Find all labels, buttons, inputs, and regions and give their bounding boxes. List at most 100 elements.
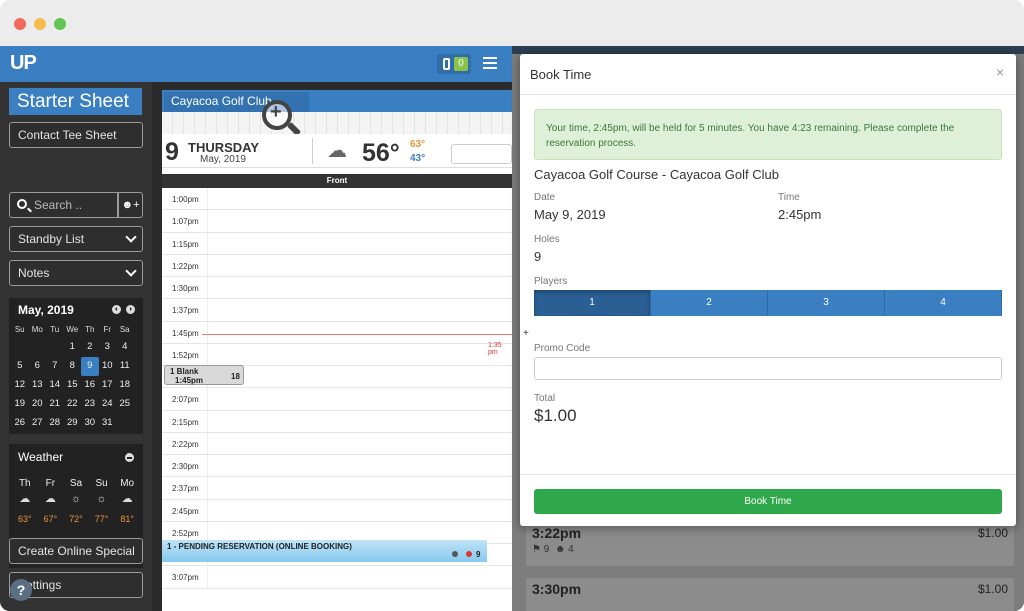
slot-time: 1:07pm — [172, 217, 199, 227]
calendar-grid: Su Mo Tu We Th Fr Sa 1 2 3 4 5 6 7 8 9 10 11 12 13 14 15 16 17 1… — [11, 324, 143, 433]
close-window-button[interactable] — [14, 18, 26, 30]
search-input[interactable]: Search .. — [9, 192, 118, 218]
slot-lane[interactable] — [207, 477, 512, 499]
mobile-view-button[interactable]: 0 — [437, 54, 471, 74]
calendar-day[interactable]: 12 — [11, 376, 29, 395]
tee-time-slot[interactable]: 2:22pm — [162, 432, 512, 455]
calendar-day[interactable]: 14 — [46, 376, 64, 395]
date-picker-box[interactable] — [451, 144, 512, 164]
tee-time-slot[interactable]: 1:37pm — [162, 299, 512, 322]
slot-lane[interactable] — [207, 566, 512, 588]
calendar-day[interactable]: 24 — [99, 395, 117, 414]
create-online-special-button[interactable]: Create Online Special — [9, 538, 143, 564]
tee-time-slot[interactable]: 1:30pm — [162, 277, 512, 300]
calendar-day[interactable]: 30 — [81, 414, 99, 433]
slot-lane[interactable] — [207, 188, 512, 210]
blank-booking-time: 1:45pm — [175, 376, 204, 385]
calendar-next-icon[interactable] — [126, 305, 135, 314]
tee-time-slot[interactable]: 1:52pm — [162, 343, 512, 366]
tee-time-slot[interactable]: 1:07pm — [162, 210, 512, 233]
divider — [520, 94, 1016, 95]
calendar-day[interactable]: 16 — [81, 376, 99, 395]
calendar-day[interactable]: 13 — [29, 376, 47, 395]
contact-tee-sheet-button[interactable]: Contact Tee Sheet — [9, 122, 143, 148]
available-time-row[interactable]: 3:22pm $1.00 ⚑ 9 ☻ 4 — [526, 522, 1014, 566]
close-icon[interactable]: × — [996, 64, 1004, 80]
calendar-day[interactable]: 28 — [46, 414, 64, 433]
weather-high: 67° — [43, 514, 58, 524]
tee-time-slot[interactable]: 2:30pm — [162, 455, 512, 478]
slot-lane[interactable] — [207, 254, 512, 276]
players-option-2[interactable]: 2 — [651, 290, 768, 316]
help-icon[interactable]: ? — [10, 579, 32, 601]
players-option-3[interactable]: 3 — [768, 290, 885, 316]
starter-sheet-button[interactable]: Starter Sheet — [9, 88, 142, 115]
calendar-day[interactable]: 19 — [11, 395, 29, 414]
tee-time-slot[interactable]: 1:22pm — [162, 254, 512, 277]
slot-lane[interactable] — [207, 410, 512, 432]
slot-lane[interactable] — [207, 210, 512, 232]
tee-time-slot[interactable]: 1:45pm — [162, 321, 512, 344]
promo-code-input[interactable] — [534, 357, 1002, 380]
slot-lane[interactable] — [207, 299, 512, 321]
calendar-day[interactable]: 10 — [99, 357, 117, 376]
calendar-day[interactable]: 8 — [64, 357, 82, 376]
tee-time-slot[interactable]: 2:45pm — [162, 499, 512, 522]
calendar-day[interactable]: 18 — [116, 376, 134, 395]
calendar-day[interactable]: 3 — [99, 338, 117, 357]
tee-time-slot[interactable]: 3:07pm — [162, 566, 512, 589]
slot-lane[interactable] — [207, 232, 512, 254]
slot-lane[interactable] — [207, 455, 512, 477]
calendar-day[interactable]: 1 — [64, 338, 82, 357]
slot-lane[interactable] — [207, 277, 512, 299]
calendar-day[interactable]: 23 — [81, 395, 99, 414]
calendar-day[interactable]: 20 — [29, 395, 47, 414]
tee-time-slot[interactable]: 2:15pm — [162, 410, 512, 433]
calendar-day[interactable]: 22 — [64, 395, 82, 414]
calendar-day[interactable]: 26 — [11, 414, 29, 433]
calendar-empty — [29, 338, 47, 357]
slot-lane[interactable] — [207, 432, 512, 454]
players-option-1[interactable]: 1 — [534, 290, 651, 316]
calendar-day[interactable]: 29 — [64, 414, 82, 433]
calendar-day[interactable]: 5 — [11, 357, 29, 376]
available-time-row[interactable]: 3:30pm $1.00 — [526, 578, 1014, 611]
tee-time-slot[interactable]: 2:37pm — [162, 477, 512, 500]
standby-list-dropdown[interactable]: Standby List — [9, 226, 143, 252]
tee-time-slot[interactable]: 1:00pm — [162, 188, 512, 211]
date-header: 9 THURSDAY May, 2019 ☁ 56° 63° 43° — [162, 134, 512, 168]
menu-icon[interactable] — [483, 57, 497, 69]
notes-dropdown[interactable]: Notes — [9, 260, 143, 286]
slot-lane[interactable] — [207, 321, 512, 343]
book-time-modal: Book Time × Your time, 2:45pm, will be h… — [520, 54, 1016, 526]
calendar-day[interactable]: 15 — [64, 376, 82, 395]
calendar-day[interactable]: 2 — [81, 338, 99, 357]
slot-lane[interactable] — [207, 388, 512, 410]
slot-time: 2:45pm — [172, 506, 199, 516]
slot-lane[interactable] — [207, 499, 512, 521]
calendar-day[interactable]: 21 — [46, 395, 64, 414]
players-option-4[interactable]: 4 — [885, 290, 1002, 316]
book-time-button[interactable]: Book Time — [534, 489, 1002, 514]
calendar-day[interactable]: 9 — [81, 357, 99, 376]
standby-list-label: Standby List — [18, 232, 85, 246]
collapse-icon[interactable] — [125, 453, 134, 462]
slot-lane[interactable] — [207, 366, 512, 388]
calendar-day[interactable]: 7 — [46, 357, 64, 376]
slot-lane[interactable] — [207, 343, 512, 365]
pending-reservation[interactable]: 1 - PENDING RESERVATION (ONLINE BOOKING)… — [162, 540, 487, 562]
minimize-window-button[interactable] — [34, 18, 46, 30]
calendar-day[interactable]: 4 — [116, 338, 134, 357]
blank-booking[interactable]: 1 Blank 1:45pm 18 — [164, 365, 244, 385]
tee-time-slot[interactable]: 2:07pm — [162, 388, 512, 411]
calendar-day[interactable]: 6 — [29, 357, 47, 376]
calendar-day[interactable]: 25 — [116, 395, 134, 414]
calendar-day[interactable]: 27 — [29, 414, 47, 433]
calendar-day[interactable]: 11 — [116, 357, 134, 376]
calendar-day[interactable]: 31 — [99, 414, 117, 433]
calendar-prev-icon[interactable] — [112, 305, 121, 314]
tee-time-slot[interactable]: 1:15pm — [162, 232, 512, 255]
calendar-day[interactable]: 17 — [99, 376, 117, 395]
maximize-window-button[interactable] — [54, 18, 66, 30]
add-user-button[interactable]: ☻+ — [118, 192, 143, 218]
